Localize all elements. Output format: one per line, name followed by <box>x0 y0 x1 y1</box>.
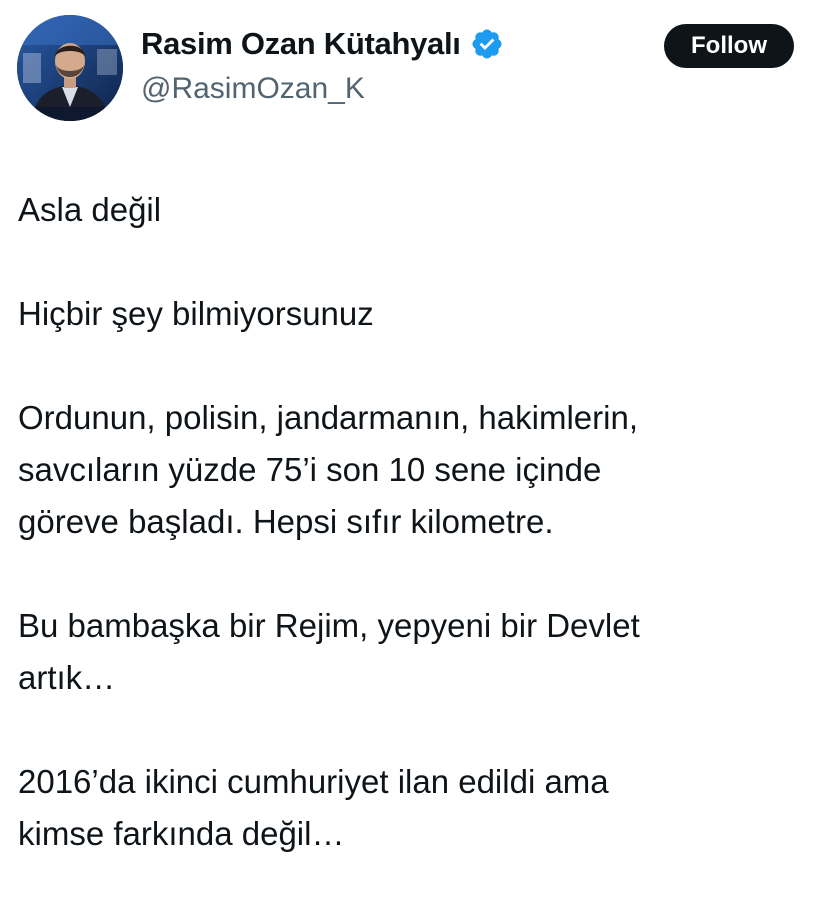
follow-button[interactable]: Follow <box>664 24 794 68</box>
tweet-paragraph: Ordunun, polisin, jandarmanın, hakimleri… <box>18 399 638 540</box>
verified-badge-icon <box>470 27 504 61</box>
author-display-name[interactable]: Rasim Ozan Kütahyalı <box>141 26 461 62</box>
tweet-text: Asla değil Hiçbir şey bilmiyorsunuz Ordu… <box>18 184 818 860</box>
tweet-paragraph: Asla değil <box>18 191 162 228</box>
tweet-paragraph: Bu bambaşka bir Rejim, yepyeni bir Devle… <box>18 607 640 696</box>
tweet-paragraph: Hiçbir şey bilmiyorsunuz <box>18 295 374 332</box>
profile-photo <box>17 15 123 121</box>
tweet: Rasim Ozan Kütahyalı @RasimOzan_K Follow… <box>0 0 828 912</box>
avatar[interactable] <box>17 15 123 121</box>
author-name-row: Rasim Ozan Kütahyalı <box>141 24 504 64</box>
tweet-paragraph: 2016’da ikinci cumhuriyet ilan edildi am… <box>18 763 609 852</box>
author-handle[interactable]: @RasimOzan_K <box>141 72 365 106</box>
